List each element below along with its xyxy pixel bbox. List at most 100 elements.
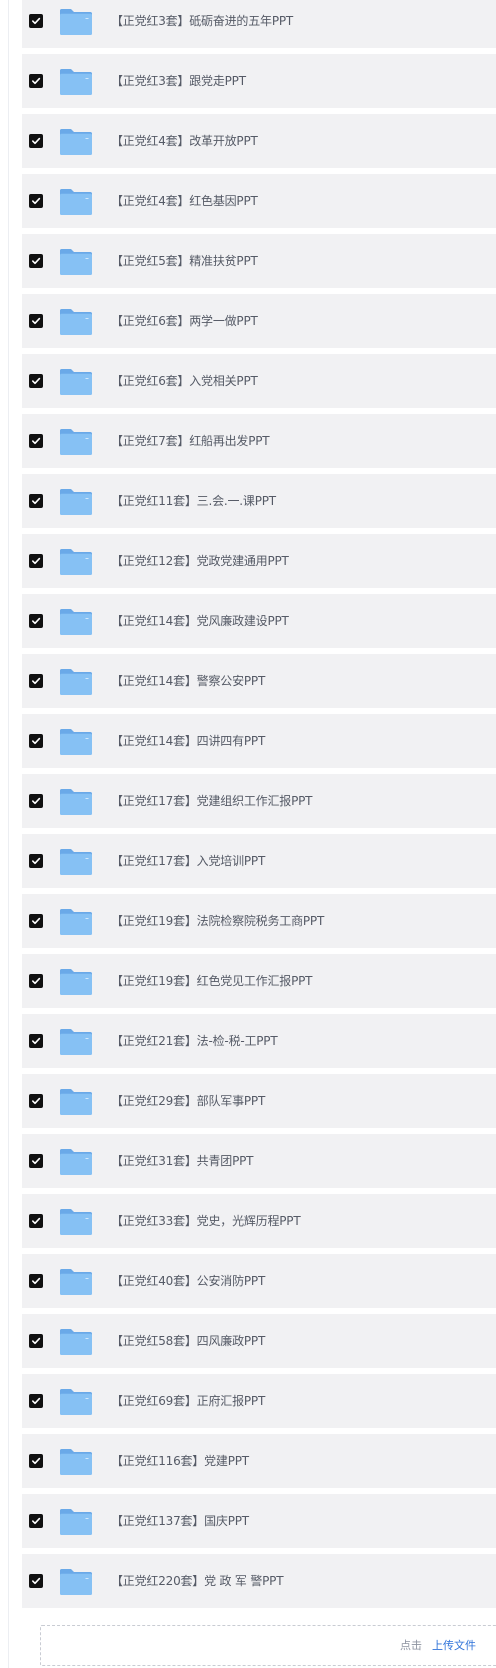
folder-name: 【正党红6套】入党相关PPT (111, 374, 258, 388)
folder-name: 【正党红220套】党 政 军 警PPT (111, 1574, 284, 1588)
checkmark-icon (31, 137, 41, 145)
row-checkbox[interactable] (29, 374, 43, 388)
folder-row[interactable]: 【正党红17套】党建组织工作汇报PPT (22, 774, 496, 828)
folder-icon (59, 123, 93, 157)
file-manager-page: 【正党红3套】砥砺奋进的五年PPT 【正党红3套】跟党走PPT 【正党红4套】改… (0, 0, 496, 1668)
row-checkbox[interactable] (29, 1334, 43, 1348)
folder-row[interactable]: 【正党红12套】党政党建通用PPT (22, 534, 496, 588)
folder-icon (59, 1383, 93, 1417)
folder-row[interactable]: 【正党红116套】党建PPT (22, 1434, 496, 1488)
folder-icon (59, 1503, 93, 1537)
row-checkbox[interactable] (29, 74, 43, 88)
row-checkbox[interactable] (29, 14, 43, 28)
row-checkbox[interactable] (29, 674, 43, 688)
folder-name: 【正党红17套】入党培训PPT (111, 854, 266, 868)
folder-row[interactable]: 【正党红3套】砥砺奋进的五年PPT (22, 0, 496, 48)
checkmark-icon (31, 797, 41, 805)
row-checkbox[interactable] (29, 434, 43, 448)
folder-name: 【正党红40套】公安消防PPT (111, 1274, 266, 1288)
row-checkbox[interactable] (29, 254, 43, 268)
folder-row[interactable]: 【正党红33套】党史，光辉历程PPT (22, 1194, 496, 1248)
folder-name: 【正党红33套】党史，光辉历程PPT (111, 1214, 301, 1228)
folder-row[interactable]: 【正党红14套】党风廉政建设PPT (22, 594, 496, 648)
checkmark-icon (31, 917, 41, 925)
folder-icon (59, 1323, 93, 1357)
folder-row[interactable]: 【正党红6套】入党相关PPT (22, 354, 496, 408)
upload-file-link[interactable]: 上传文件 (432, 1638, 476, 1654)
checkmark-icon (31, 437, 41, 445)
row-checkbox[interactable] (29, 734, 43, 748)
folder-row[interactable]: 【正党红3套】跟党走PPT (22, 54, 496, 108)
row-checkbox[interactable] (29, 1514, 43, 1528)
checkmark-icon (31, 1517, 41, 1525)
folder-row[interactable]: 【正党红29套】部队军事PPT (22, 1074, 496, 1128)
row-checkbox[interactable] (29, 1394, 43, 1408)
folder-name: 【正党红7套】红船再出发PPT (111, 434, 270, 448)
folder-row[interactable]: 【正党红19套】法院检察院税务工商PPT (22, 894, 496, 948)
checkmark-icon (31, 1457, 41, 1465)
folder-icon (59, 1563, 93, 1597)
row-checkbox[interactable] (29, 494, 43, 508)
upload-dropzone[interactable]: 点击 上传文件 (40, 1625, 496, 1666)
folder-row[interactable]: 【正党红5套】精准扶贫PPT (22, 234, 496, 288)
folder-name: 【正党红19套】红色党见工作汇报PPT (111, 974, 313, 988)
folder-row[interactable]: 【正党红17套】入党培训PPT (22, 834, 496, 888)
row-checkbox[interactable] (29, 1454, 43, 1468)
folder-name: 【正党红116套】党建PPT (111, 1454, 249, 1468)
folder-icon (59, 1023, 93, 1057)
folder-name: 【正党红14套】党风廉政建设PPT (111, 614, 289, 628)
folder-row[interactable]: 【正党红11套】三.会.一.课PPT (22, 474, 496, 528)
row-checkbox[interactable] (29, 134, 43, 148)
folder-row[interactable]: 【正党红6套】两学一做PPT (22, 294, 496, 348)
row-checkbox[interactable] (29, 914, 43, 928)
row-checkbox[interactable] (29, 614, 43, 628)
row-checkbox[interactable] (29, 1154, 43, 1168)
row-checkbox[interactable] (29, 794, 43, 808)
row-checkbox[interactable] (29, 854, 43, 868)
row-checkbox[interactable] (29, 194, 43, 208)
folder-name: 【正党红4套】红色基因PPT (111, 194, 258, 208)
folder-row[interactable]: 【正党红14套】四讲四有PPT (22, 714, 496, 768)
folder-name: 【正党红12套】党政党建通用PPT (111, 554, 289, 568)
folder-row[interactable]: 【正党红31套】共青团PPT (22, 1134, 496, 1188)
folder-icon (59, 63, 93, 97)
folder-row[interactable]: 【正党红58套】四风廉政PPT (22, 1314, 496, 1368)
folder-name: 【正党红29套】部队军事PPT (111, 1094, 266, 1108)
folder-name: 【正党红5套】精准扶贫PPT (111, 254, 258, 268)
folder-row[interactable]: 【正党红7套】红船再出发PPT (22, 414, 496, 468)
folder-icon (59, 843, 93, 877)
folder-row[interactable]: 【正党红137套】国庆PPT (22, 1494, 496, 1548)
row-checkbox[interactable] (29, 1034, 43, 1048)
folder-row[interactable]: 【正党红40套】公安消防PPT (22, 1254, 496, 1308)
folder-name: 【正党红11套】三.会.一.课PPT (111, 494, 276, 508)
checkmark-icon (31, 677, 41, 685)
checkmark-icon (31, 497, 41, 505)
folder-icon (59, 663, 93, 697)
folder-row[interactable]: 【正党红4套】红色基因PPT (22, 174, 496, 228)
row-checkbox[interactable] (29, 1574, 43, 1588)
row-checkbox[interactable] (29, 1274, 43, 1288)
folder-name: 【正党红69套】正府汇报PPT (111, 1394, 266, 1408)
folder-row[interactable]: 【正党红69套】正府汇报PPT (22, 1374, 496, 1428)
folder-row[interactable]: 【正党红4套】改革开放PPT (22, 114, 496, 168)
folder-icon (59, 783, 93, 817)
folder-icon (59, 1143, 93, 1177)
folder-row[interactable]: 【正党红21套】法-检-税-工PPT (22, 1014, 496, 1068)
row-checkbox[interactable] (29, 974, 43, 988)
folder-row[interactable]: 【正党红14套】警察公安PPT (22, 654, 496, 708)
folder-icon (59, 963, 93, 997)
folder-row[interactable]: 【正党红19套】红色党见工作汇报PPT (22, 954, 496, 1008)
folder-name: 【正党红17套】党建组织工作汇报PPT (111, 794, 313, 808)
folder-icon (59, 243, 93, 277)
left-divider (8, 0, 9, 1668)
row-checkbox[interactable] (29, 1214, 43, 1228)
folder-row[interactable]: 【正党红220套】党 政 军 警PPT (22, 1554, 496, 1608)
row-checkbox[interactable] (29, 314, 43, 328)
checkmark-icon (31, 1577, 41, 1585)
checkmark-icon (31, 1097, 41, 1105)
row-checkbox[interactable] (29, 554, 43, 568)
checkmark-icon (31, 857, 41, 865)
checkmark-icon (31, 1277, 41, 1285)
checkmark-icon (31, 17, 41, 25)
row-checkbox[interactable] (29, 1094, 43, 1108)
